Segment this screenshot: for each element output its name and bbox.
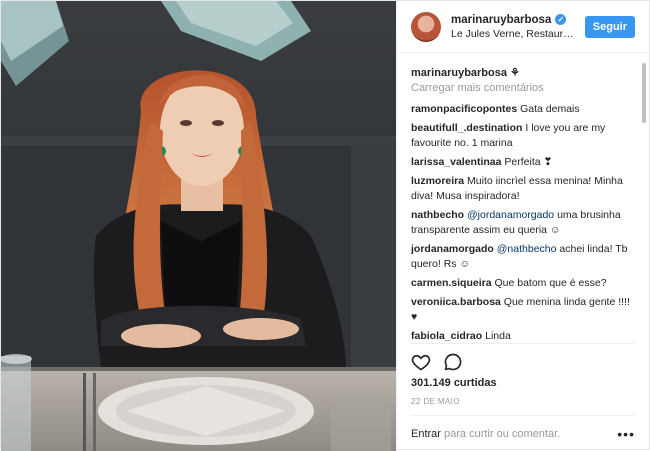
comment-icon[interactable]	[443, 352, 463, 372]
likes-count[interactable]: 301.149 curtidas	[411, 377, 497, 389]
comment-text: Que batom que é esse?	[494, 277, 607, 289]
comment-text: Gata demais	[520, 103, 580, 115]
comment-container: ramonpacificopontes Gata demais beautiful…	[411, 102, 633, 343]
comments-scrollbar[interactable]	[641, 59, 647, 343]
more-options-icon[interactable]: •••	[617, 426, 635, 442]
comment-username[interactable]: veroniica.barbosa	[411, 296, 501, 308]
verified-badge-icon: ✓	[555, 14, 567, 25]
load-more-comments[interactable]: Carregar mais comentários	[411, 82, 633, 102]
comment-item: fabiola_cidrao Linda	[411, 329, 633, 343]
scrollbar-thumb[interactable]	[642, 63, 646, 123]
comment-username[interactable]: nathbecho	[411, 209, 464, 221]
login-link[interactable]: Entrar	[411, 428, 441, 440]
add-comment-text: para curtir ou comentar.	[440, 427, 561, 440]
heart-icon[interactable]	[411, 352, 431, 372]
add-comment-prompt: Entrar para curtir ou comentar.	[411, 428, 617, 440]
username-link[interactable]: marinaruybarbosa	[451, 14, 551, 26]
caption-username[interactable]: marinaruybarbosa	[411, 67, 507, 79]
comment-item: veroniica.barbosa Que menina linda gente…	[411, 295, 633, 325]
comment-username[interactable]: fabiola_cidrao	[411, 330, 482, 342]
post-image	[1, 1, 396, 451]
avatar[interactable]	[411, 11, 441, 42]
comment-item: larissa_valentinaa Perfeita ❣	[411, 155, 633, 170]
comment-username[interactable]: larissa_valentinaa	[411, 156, 501, 168]
comment-item: beautifull_.destination I love you are m…	[411, 121, 633, 151]
comment-text: Linda	[485, 330, 511, 342]
comments-list[interactable]: marinaruybarbosa ⚘ Carregar mais comentá…	[411, 61, 633, 343]
caption: marinaruybarbosa ⚘	[411, 61, 633, 81]
username-row: marinaruybarbosa ✓	[451, 14, 577, 26]
comment-item: jordanamorgado @nathbecho achei linda! T…	[411, 242, 633, 272]
comment-text: Perfeita ❣	[504, 156, 553, 168]
header-info: marinaruybarbosa ✓ Le Jules Verne, Resta…	[451, 14, 577, 40]
location-link[interactable]: Le Jules Verne, Restaurant	[451, 28, 577, 40]
instagram-post: marinaruybarbosa ✓ Le Jules Verne, Resta…	[0, 0, 650, 451]
comment-item: carmen.siqueira Que batom que é esse?	[411, 276, 633, 291]
post-sidebar: marinaruybarbosa ✓ Le Jules Verne, Resta…	[396, 1, 649, 451]
comment-mention[interactable]: @nathbecho	[497, 243, 557, 255]
comment-item: ramonpacificopontes Gata demais	[411, 102, 633, 117]
comment-item: nathbecho @jordanamorgado uma brusinha t…	[411, 208, 633, 238]
comment-item: luzmoreira Muito iincrìel essa menina! M…	[411, 174, 633, 204]
action-bar	[411, 343, 635, 372]
comment-username[interactable]: ramonpacificopontes	[411, 103, 517, 115]
comment-username[interactable]: beautifull_.destination	[411, 122, 522, 134]
comment-username[interactable]: carmen.siqueira	[411, 277, 492, 289]
comment-username[interactable]: luzmoreira	[411, 175, 464, 187]
post-photo[interactable]	[1, 1, 396, 451]
post-header: marinaruybarbosa ✓ Le Jules Verne, Resta…	[397, 1, 649, 53]
post-date: 22 DE MAIO	[411, 397, 460, 406]
comment-mention[interactable]: @jordanamorgado	[467, 209, 554, 221]
add-comment-bar: Entrar para curtir ou comentar. •••	[411, 415, 635, 451]
follow-button[interactable]: Seguir	[584, 15, 635, 38]
comment-username[interactable]: jordanamorgado	[411, 243, 494, 255]
caption-text: ⚘	[510, 67, 520, 79]
